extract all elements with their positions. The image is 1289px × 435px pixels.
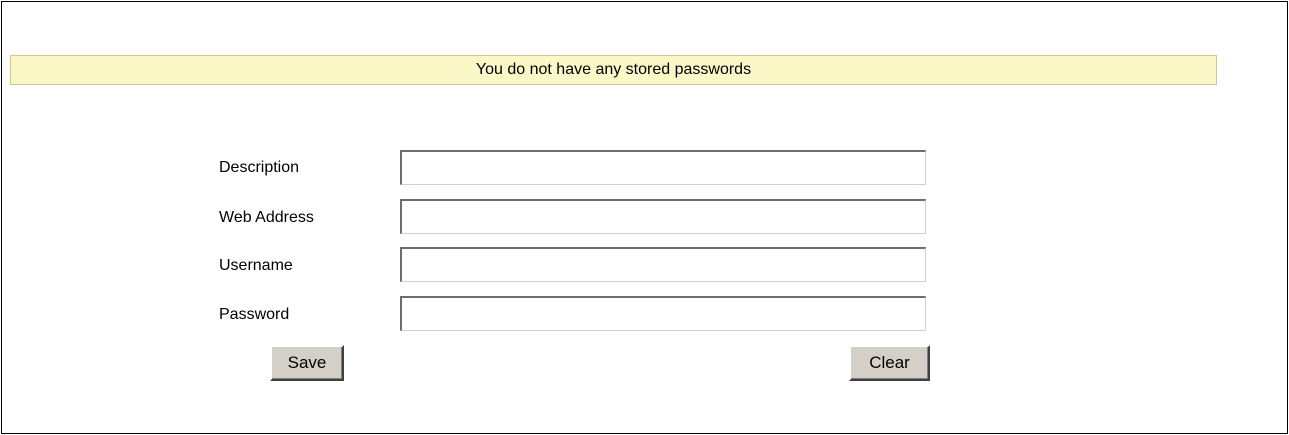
username-label: Username bbox=[219, 257, 293, 274]
password-field[interactable] bbox=[400, 296, 926, 331]
web-address-label: Web Address bbox=[219, 209, 314, 226]
description-field[interactable] bbox=[400, 150, 926, 185]
no-passwords-notice: You do not have any stored passwords bbox=[10, 55, 1217, 85]
username-field[interactable] bbox=[400, 247, 926, 282]
description-label: Description bbox=[219, 159, 300, 176]
notice-message: You do not have any stored passwords bbox=[475, 61, 752, 78]
web-address-field[interactable] bbox=[400, 199, 926, 234]
password-label: Password bbox=[219, 306, 290, 323]
clear-button[interactable]: Clear bbox=[849, 345, 930, 381]
save-button[interactable]: Save bbox=[270, 345, 344, 381]
